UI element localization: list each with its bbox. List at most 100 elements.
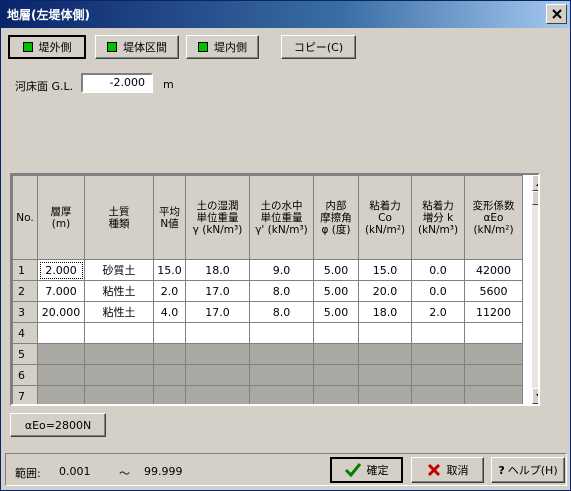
table-cell[interactable]: 15.0 <box>358 259 412 281</box>
range-label: 範囲: <box>15 467 41 480</box>
table-cell[interactable]: 9.0 <box>249 259 314 281</box>
table-cell[interactable] <box>313 322 359 344</box>
table-cell[interactable]: 0.0 <box>411 280 465 302</box>
table-row: 1 2.000 砂質土 15.0 18.0 9.0 5.00 15.0 0.0 42000 <box>12 259 523 281</box>
table-cell[interactable] <box>358 322 412 344</box>
row-number: 7 <box>12 385 38 404</box>
table-cell[interactable] <box>464 364 523 386</box>
table-cell[interactable]: 2.0 <box>153 280 186 302</box>
table-cell[interactable] <box>37 385 85 404</box>
table-cell[interactable] <box>84 343 154 365</box>
table-cell[interactable] <box>464 322 523 344</box>
table-cell[interactable] <box>153 385 186 404</box>
table-cell[interactable] <box>464 385 523 404</box>
table-cell[interactable] <box>37 343 85 365</box>
table-cell[interactable] <box>84 364 154 386</box>
table-cell[interactable] <box>313 385 359 404</box>
table-cell[interactable]: 18.0 <box>358 301 412 323</box>
column-header-line: γ' (kN/m³) <box>255 223 308 236</box>
table-cell[interactable] <box>249 343 314 365</box>
table-cell[interactable]: 7.000 <box>37 280 85 302</box>
tab-levee-section[interactable]: 堤体区間 <box>95 35 179 59</box>
table-cell[interactable] <box>37 364 85 386</box>
table-cell[interactable] <box>153 343 186 365</box>
window-title: 地層(左堤体側) <box>7 8 90 22</box>
tab-outer-side[interactable]: 堤外側 <box>8 35 86 59</box>
table-cell[interactable] <box>84 322 154 344</box>
table-cell[interactable] <box>249 322 314 344</box>
table-cell[interactable] <box>411 322 465 344</box>
table-cell[interactable]: 11200 <box>464 301 523 323</box>
range-separator: ～ <box>119 467 130 480</box>
table-cell[interactable]: 20.000 <box>37 301 85 323</box>
riverbed-unit: m <box>163 78 174 91</box>
table-cell[interactable] <box>249 385 314 404</box>
table-cell[interactable] <box>185 322 250 344</box>
copy-button[interactable]: コピー(C) <box>281 35 356 59</box>
scroll-thumb[interactable] <box>532 191 538 205</box>
table-cell[interactable] <box>185 343 250 365</box>
table-cell[interactable]: 42000 <box>464 259 523 281</box>
tab-label: 堤外側 <box>38 41 72 54</box>
column-header-line: 土質 <box>108 205 130 218</box>
help-button[interactable]: ? ヘルプ(H) <box>491 457 565 483</box>
table-cell[interactable]: 0.0 <box>411 259 465 281</box>
row-number: 4 <box>12 322 38 344</box>
column-header-line: 粘着力 <box>369 199 401 212</box>
table-cell[interactable]: 2.000 <box>37 259 85 281</box>
table-cell[interactable]: 4.0 <box>153 301 186 323</box>
table-cell[interactable] <box>313 343 359 365</box>
column-header-line: (kN/m³) <box>417 223 459 236</box>
table-cell[interactable]: 2.0 <box>411 301 465 323</box>
table-cell[interactable] <box>411 364 465 386</box>
table-cell[interactable]: 5.00 <box>313 301 359 323</box>
range-max: 99.999 <box>144 465 183 478</box>
table-cell[interactable] <box>84 385 154 404</box>
table-cell[interactable]: 砂質土 <box>84 259 154 281</box>
table-cell[interactable] <box>249 364 314 386</box>
ok-button[interactable]: 確定 <box>330 457 403 483</box>
soil-layer-grid[interactable]: No. 層厚 (m) 土質 種類 平均 N値 土の湿潤 単位重量 γ (kN/m³) 土の水中 単位重… <box>10 173 540 406</box>
scroll-down-button[interactable] <box>532 388 538 404</box>
table-row: 2 7.000 粘性土 2.0 17.0 8.0 5.00 20.0 0.0 5600 <box>12 280 523 302</box>
cancel-button[interactable]: 取消 <box>411 457 484 483</box>
table-cell[interactable] <box>464 343 523 365</box>
table-cell[interactable] <box>358 385 412 404</box>
table-cell[interactable]: 8.0 <box>249 280 314 302</box>
tab-inner-side[interactable]: 堤内側 <box>186 35 259 59</box>
table-cell[interactable]: 粘性土 <box>84 301 154 323</box>
table-cell[interactable]: 5600 <box>464 280 523 302</box>
table-cell[interactable] <box>185 364 250 386</box>
table-cell[interactable]: 17.0 <box>185 280 250 302</box>
column-header-line: 種類 <box>108 217 130 230</box>
table-cell[interactable]: 8.0 <box>249 301 314 323</box>
table-cell[interactable] <box>313 364 359 386</box>
aeo-button[interactable]: αEo=2800N <box>10 413 106 437</box>
table-cell[interactable] <box>411 343 465 365</box>
table-cell[interactable]: 20.0 <box>358 280 412 302</box>
riverbed-input[interactable]: -2.000 <box>81 73 153 93</box>
table-cell[interactable] <box>37 322 85 344</box>
table-cell[interactable] <box>185 385 250 404</box>
scroll-up-button[interactable] <box>532 175 538 191</box>
table-cell[interactable]: 18.0 <box>185 259 250 281</box>
column-header: No. <box>12 175 38 260</box>
table-cell[interactable]: 17.0 <box>185 301 250 323</box>
table-row: 7 <box>12 385 523 404</box>
table-cell[interactable]: 粘性土 <box>84 280 154 302</box>
table-cell[interactable] <box>358 343 412 365</box>
help-icon: ? <box>498 463 505 477</box>
row-number: 1 <box>12 259 38 281</box>
vertical-scrollbar[interactable] <box>532 175 538 404</box>
column-header-line: 土の湿潤 <box>196 199 239 212</box>
close-button[interactable] <box>546 4 567 24</box>
table-cell[interactable] <box>358 364 412 386</box>
table-cell[interactable] <box>153 322 186 344</box>
row-number: 3 <box>12 301 38 323</box>
table-cell[interactable] <box>153 364 186 386</box>
table-cell[interactable]: 15.0 <box>153 259 186 281</box>
table-cell[interactable]: 5.00 <box>313 280 359 302</box>
column-header-line: 平均 <box>159 205 180 218</box>
table-cell[interactable]: 5.00 <box>313 259 359 281</box>
table-cell[interactable] <box>411 385 465 404</box>
